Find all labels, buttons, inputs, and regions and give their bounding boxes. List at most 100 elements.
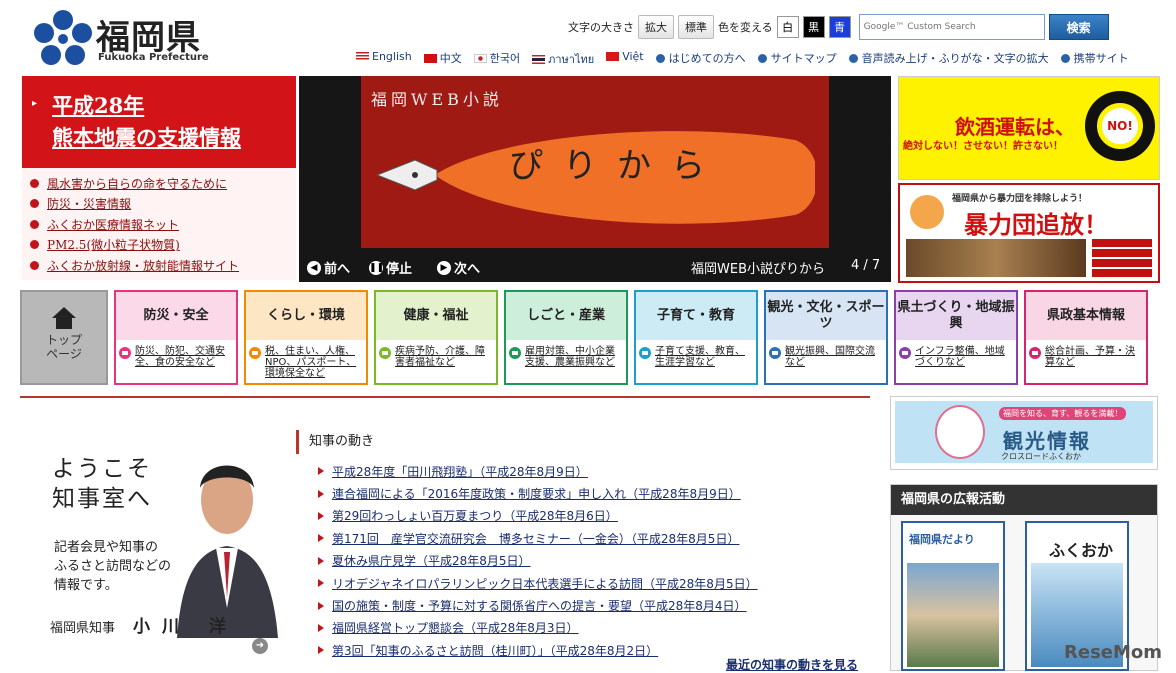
news-item[interactable]: 第29回わっしょい百万夏まつり（平成28年8月6日） bbox=[296, 505, 856, 527]
accessibility-tools: 文字の大きさ 拡大 標準 色を変える 白 黒 青 検索 bbox=[568, 14, 1109, 40]
color-change-label: 色を変える bbox=[718, 21, 773, 34]
more-news-link[interactable]: 最近の知事の動きを見る bbox=[726, 656, 858, 673]
news-item[interactable]: 連合福岡による「2016年度政策・制度要求」申し入れ（平成28年8月9日） bbox=[296, 482, 856, 504]
slideshow-controls: ◀ 前へ ❚❚ 停止 ▶ 次へ 福岡WEB小説ぴりから 4 / 7 bbox=[299, 248, 891, 282]
circle-arrow-icon bbox=[379, 347, 391, 359]
crowd-photo bbox=[906, 239, 1086, 277]
bullet-icon bbox=[30, 199, 39, 209]
category-3[interactable]: 健康・福祉 疾病予防、介護、障害者福祉など bbox=[374, 290, 498, 385]
yakuza-main-text: 暴力団追放！ bbox=[964, 211, 1108, 239]
emergency-links: 風水害から自らの命を守るために 防災・災害情報 ふくおか医療情報ネット PM2.… bbox=[22, 168, 296, 280]
color-blue-button[interactable]: 青 bbox=[828, 16, 851, 38]
slide-caption: 福岡WEB小説ぴりから bbox=[691, 262, 825, 277]
mobile-site-link[interactable]: 携帯サイト bbox=[1060, 50, 1129, 68]
quake-line1: 平成28年 bbox=[52, 93, 145, 118]
circle-arrow-icon bbox=[848, 54, 858, 63]
governor-photo bbox=[177, 465, 278, 638]
stop-button[interactable]: ❚❚ 停止 bbox=[369, 258, 412, 277]
top-page-button[interactable]: トップページ bbox=[20, 290, 108, 385]
standard-size-button[interactable]: 標準 bbox=[678, 15, 714, 39]
news-item[interactable]: 第171回 産学官交流研究会 博多セミナー（一金会）（平成28年8月5日） bbox=[296, 527, 856, 549]
news-item[interactable]: 平成28年度「田川飛翔塾」（平成28年8月9日） bbox=[296, 460, 856, 482]
governor-description: 記者会見や知事の ふるさと訪問などの 情報です。 bbox=[54, 540, 172, 593]
circle-arrow-icon bbox=[1029, 347, 1041, 359]
sitemap-link[interactable]: サイトマップ bbox=[757, 50, 837, 68]
category-4[interactable]: しごと・産業 雇用対策、中小企業支援、農業振興など bbox=[504, 290, 628, 385]
accessibility-link[interactable]: 音声読み上げ・ふりがな・文字の拡大 bbox=[848, 50, 1049, 68]
lang-thai-link[interactable]: ภาษาไทย bbox=[532, 50, 594, 68]
category-6[interactable]: 観光・文化・スポーツ 観光振興、国際交流など bbox=[764, 290, 888, 385]
search-input[interactable] bbox=[858, 14, 1045, 40]
category-description: 疾病予防、介護、障害者福祉など bbox=[376, 340, 496, 383]
font-size-label: 文字の大きさ bbox=[568, 21, 634, 34]
no-drunk-driving-banner[interactable]: 飲酒運転は、 絶対しない！させない！許さない！ NO! bbox=[898, 76, 1160, 180]
lang-english-link[interactable]: English bbox=[356, 50, 412, 68]
category-title: 子育て・教育 bbox=[636, 292, 756, 340]
category-description: 子育て支援、教育、生涯学習など bbox=[636, 340, 756, 383]
search-button[interactable]: 検索 bbox=[1048, 14, 1109, 40]
category-7[interactable]: 県土づくり・地域振興 インフラ整備、地域づくりなど bbox=[894, 290, 1018, 385]
news-item[interactable]: 夏休み県庁見学（平成28年8月5日） bbox=[296, 550, 856, 572]
category-title: 防災・安全 bbox=[116, 292, 236, 340]
governor-news: 知事の動き 平成28年度「田川飛翔塾」（平成28年8月9日） 連合福岡による「20… bbox=[296, 430, 858, 672]
china-flag-icon bbox=[423, 54, 437, 63]
governor-office-banner[interactable]: ようこそ 知事室へ 記者会見や知事の ふるさと訪問などの 情報です。 福岡県知事 小川 … bbox=[24, 402, 294, 667]
emergency-link[interactable]: PM2.5(微小粒子状物質) bbox=[22, 235, 296, 256]
governor-signature: 福岡県知事 小川 洋 bbox=[50, 617, 238, 637]
yakuza-top-text: 福岡県から暴力団を排除しよう！ bbox=[952, 194, 1088, 204]
kumamoto-earthquake-banner[interactable]: ▸ 平成28年 熊本地震の支援情報 bbox=[22, 76, 296, 168]
category-8[interactable]: 県政基本情報 総合計画、予算・決算など bbox=[1024, 290, 1148, 385]
category-5[interactable]: 子育て・教育 子育て支援、教育、生涯学習など bbox=[634, 290, 758, 385]
magazine-fukuoka-dayori[interactable]: 福岡県だより bbox=[901, 521, 1005, 671]
magazine-cover-photo bbox=[907, 563, 999, 667]
tourism-info-banner[interactable]: 福岡を知る、育す、観るを満載！ 観光情報 クロスロードふくおか bbox=[890, 396, 1158, 470]
site-logo[interactable]: 福岡県 Fukuoka Prefecture bbox=[32, 8, 232, 68]
vietnam-flag-icon bbox=[606, 52, 620, 61]
category-title: 健康・福祉 bbox=[376, 292, 496, 340]
news-item[interactable]: リオデジャネイロパラリンピック日本代表選手による訪問（平成28年8月5日） bbox=[296, 572, 856, 594]
category-1[interactable]: 防災・安全 防災、防犯、交通安全、食の安全など bbox=[114, 290, 238, 385]
lang-korean-link[interactable]: 한국어 bbox=[473, 50, 520, 68]
news-item[interactable]: 福岡県経営トップ懇談会（平成28年8月3日） bbox=[296, 617, 856, 639]
category-description: 税、住まい、人権、NPO、パスポート、環境保全など bbox=[246, 340, 366, 383]
color-black-button[interactable]: 黒 bbox=[802, 16, 825, 38]
search-form: 検索 bbox=[858, 14, 1109, 40]
color-white-button[interactable]: 白 bbox=[776, 16, 799, 38]
slide-main-text: ぴりから bbox=[509, 146, 725, 186]
emergency-link[interactable]: 風水害から自らの命を守るために bbox=[22, 173, 296, 194]
category-description: 雇用対策、中小企業支援、農業振興など bbox=[506, 340, 626, 383]
emergency-link[interactable]: ふくおか放射線・放射能情報サイト bbox=[22, 255, 296, 276]
emergency-link[interactable]: 防災・災害情報 bbox=[22, 194, 296, 215]
category-2[interactable]: くらし・環境 税、住まい、人権、NPO、パスポート、環境保全など bbox=[244, 290, 368, 385]
first-visit-link[interactable]: はじめての方へ bbox=[655, 50, 746, 68]
enlarge-button[interactable]: 拡大 bbox=[638, 15, 674, 39]
news-item[interactable]: 国の施策・制度・予算に対する関係省庁への提言・要望（平成28年8月4日） bbox=[296, 594, 856, 616]
category-title: 県政基本情報 bbox=[1026, 292, 1146, 340]
fukuoka-mascot-icon bbox=[935, 405, 985, 459]
news-heading: 知事の動き bbox=[296, 430, 856, 454]
triangle-right-icon: ▸ bbox=[32, 98, 38, 109]
lang-vietnamese-link[interactable]: Việt bbox=[606, 50, 644, 68]
circle-arrow-icon bbox=[119, 347, 131, 359]
bullet-icon bbox=[30, 260, 39, 270]
slide-counter: 4 / 7 bbox=[851, 258, 881, 273]
category-description: インフラ整備、地域づくりなど bbox=[896, 340, 1016, 383]
prev-button[interactable]: ◀ 前へ bbox=[307, 258, 350, 277]
slide-image[interactable]: 福岡WEB小説 ぴりから bbox=[361, 76, 829, 248]
circle-arrow-icon bbox=[757, 54, 767, 63]
category-title: 県土づくり・地域振興 bbox=[896, 292, 1016, 340]
bullet-icon bbox=[30, 178, 39, 188]
quake-line2: 熊本地震の支援情報 bbox=[52, 125, 241, 150]
lang-chinese-link[interactable]: 中文 bbox=[423, 50, 462, 68]
welcome-text: ようこそ 知事室へ bbox=[52, 456, 152, 512]
emergency-link[interactable]: ふくおか医療情報ネット bbox=[22, 214, 296, 235]
circle-arrow-icon bbox=[899, 347, 911, 359]
category-description: 観光振興、国際交流など bbox=[766, 340, 886, 383]
next-button[interactable]: ▶ 次へ bbox=[437, 258, 480, 277]
arrow-right-icon: ➜ bbox=[252, 638, 268, 654]
korea-flag-icon bbox=[473, 54, 487, 63]
governor-section: ようこそ 知事室へ 記者会見や知事の ふるさと訪問などの 情報です。 福岡県知事 小川 … bbox=[20, 396, 870, 672]
anti-yakuza-banner[interactable]: 福岡県から暴力団を排除しよう！ 暴力団追放！ bbox=[898, 183, 1160, 283]
circle-arrow-icon bbox=[639, 347, 651, 359]
plum-flower-logo-icon bbox=[34, 10, 92, 65]
